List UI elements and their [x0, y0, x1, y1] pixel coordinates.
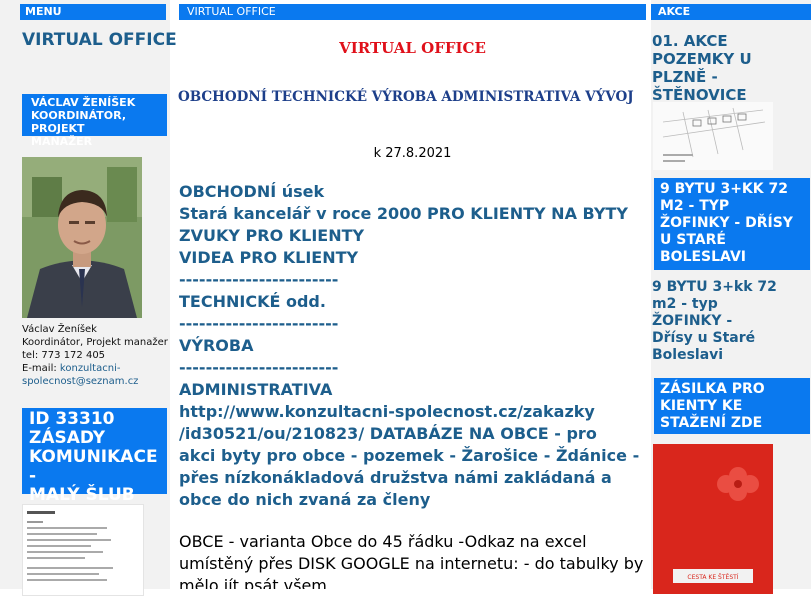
- phone-number: 773 172 405: [41, 350, 106, 361]
- menu-header: MENU: [20, 4, 166, 20]
- byty-box-line: BOLESLAVI: [660, 249, 746, 265]
- portrait-photo: [22, 157, 142, 318]
- download-box-line: ZÁSILKA PRO: [660, 381, 765, 397]
- link-url[interactable]: obce do nich zvaná za členy: [179, 489, 647, 511]
- rules-box-line: ID 33310: [29, 409, 115, 429]
- byty-line: 9 BYTU 3+kk 72: [652, 279, 777, 295]
- link-kancelar[interactable]: Stará kancelář v roce 2000 PRO KLIENTY N…: [179, 203, 647, 225]
- contact-info: Václav Ženíšek Koordinátor, Projekt mana…: [22, 323, 170, 388]
- date-label: k 27.8.2021: [373, 146, 452, 161]
- link-videa[interactable]: VIDEA PRO KLIENTY: [179, 247, 647, 269]
- contact-role: Koordinátor, Projekt manažer: [22, 337, 168, 348]
- akce-line: 01. AKCE: [652, 32, 728, 50]
- divider: ------------------------: [179, 358, 339, 377]
- download-box-line: KIENTY KE: [660, 398, 743, 414]
- rules-box-line: MALÝ ŠLUB: [29, 485, 135, 505]
- page-title: VIRTUAL OFFICE: [339, 39, 486, 57]
- person-box[interactable]: VÁCLAV ŽENÍŠEK KOORDINÁTOR, PROJEKT MANA…: [22, 94, 167, 148]
- divider: ------------------------: [179, 314, 339, 333]
- link-zvuky[interactable]: ZVUKY PRO KLIENTY: [179, 225, 647, 247]
- link-url[interactable]: přes nízkonákladová družstva námi zaklád…: [179, 467, 647, 489]
- link-obchodni[interactable]: OBCHODNÍ úsek: [179, 181, 647, 203]
- byty-box-line: U STARÉ: [660, 232, 726, 248]
- rules-box-line: KOMUNIKACE -: [29, 447, 158, 486]
- contact-email: E-mail: konzultacni-spolecnost@seznam.cz: [22, 363, 139, 387]
- package-label: CESTA KE ŠTĚSTÍ: [687, 573, 738, 581]
- link-url[interactable]: /id30521/ou/210823/ DATABÁZE NA OBCE - p…: [179, 423, 647, 445]
- contact-tel: tel: 773 172 405: [22, 350, 106, 361]
- akce-line: PLZNĚ -: [652, 68, 718, 86]
- byty-box-line: M2 - TYP: [660, 198, 730, 214]
- divider: ------------------------: [179, 270, 339, 289]
- rules-box-line: ZÁSADY: [29, 428, 106, 448]
- akce-pozemky-link[interactable]: 01. AKCE POZEMKY U PLZNĚ - ŠTĚNOVICE: [652, 32, 810, 104]
- byty-box-line: ŽOFINKY - DŘÍSY: [660, 215, 793, 231]
- person-box-line: MANAŽER: [31, 135, 93, 148]
- virtual-office-header: VIRTUAL OFFICE: [179, 4, 646, 20]
- body-text: OBCE - varianta Obce do 45 řádku -Odkaz …: [179, 531, 647, 589]
- link-vyroba[interactable]: VÝROBA: [179, 335, 647, 357]
- body-line: OBCE - varianta Obce do 45 řádku -Odkaz …: [179, 532, 587, 551]
- byty-line: ŽOFINKY -: [652, 313, 733, 329]
- byty-box[interactable]: 9 BYTU 3+KK 72 M2 - TYP ŽOFINKY - DŘÍSY …: [654, 178, 810, 270]
- byty-line: Dřísy u Staré: [652, 330, 756, 346]
- link-technicke[interactable]: TECHNICKÉ odd.: [179, 291, 647, 313]
- byty-link[interactable]: 9 BYTU 3+kk 72 m2 - typ ŽOFINKY - Dřísy …: [652, 279, 810, 364]
- nav-link-virtual-office[interactable]: VIRTUAL OFFICE: [22, 30, 177, 50]
- person-box-line: VÁCLAV ŽENÍŠEK: [31, 96, 136, 109]
- section-links: OBCHODNÍ úsek Stará kancelář v roce 2000…: [179, 181, 647, 511]
- rules-box[interactable]: ID 33310 ZÁSADY KOMUNIKACE - MALÝ ŠLUB: [22, 408, 167, 505]
- person-box-line: KOORDINÁTOR, PROJEKT: [31, 109, 126, 135]
- akce-header: AKCE: [651, 4, 811, 20]
- contact-name: Václav Ženíšek: [22, 324, 97, 335]
- link-url[interactable]: http://www.konzultacni-spolecnost.cz/zak…: [179, 401, 647, 423]
- link-url[interactable]: akci byty pro obce - pozemek - Žarošice …: [179, 445, 647, 467]
- body-line: umístěný přes DISK GOOGLE na internetu: …: [179, 554, 644, 573]
- akce-line: POZEMKY U: [652, 50, 752, 68]
- byty-line: m2 - typ: [652, 296, 718, 312]
- link-administrativa[interactable]: ADMINISTRATIVA: [179, 379, 647, 401]
- plot-map-thumbnail[interactable]: [653, 102, 773, 170]
- byty-line: Boleslavi: [652, 347, 724, 363]
- document-thumbnail[interactable]: [22, 504, 144, 596]
- page-subtitle: OBCHODNÍ TECHNICKÉ VÝROBA ADMINISTRATIVA…: [178, 89, 634, 105]
- main-column: VIRTUAL OFFICE VIRTUAL OFFICE OBCHODNÍ T…: [176, 0, 649, 589]
- body-line: mělo jít psát všem: [179, 576, 327, 589]
- download-box-line: STAŽENÍ ZDE: [660, 415, 763, 431]
- package-thumbnail[interactable]: CESTA KE ŠTĚSTÍ: [653, 444, 773, 594]
- byty-box-line: 9 BYTU 3+KK 72: [660, 181, 788, 197]
- download-box[interactable]: ZÁSILKA PRO KIENTY KE STAŽENÍ ZDE: [654, 378, 810, 434]
